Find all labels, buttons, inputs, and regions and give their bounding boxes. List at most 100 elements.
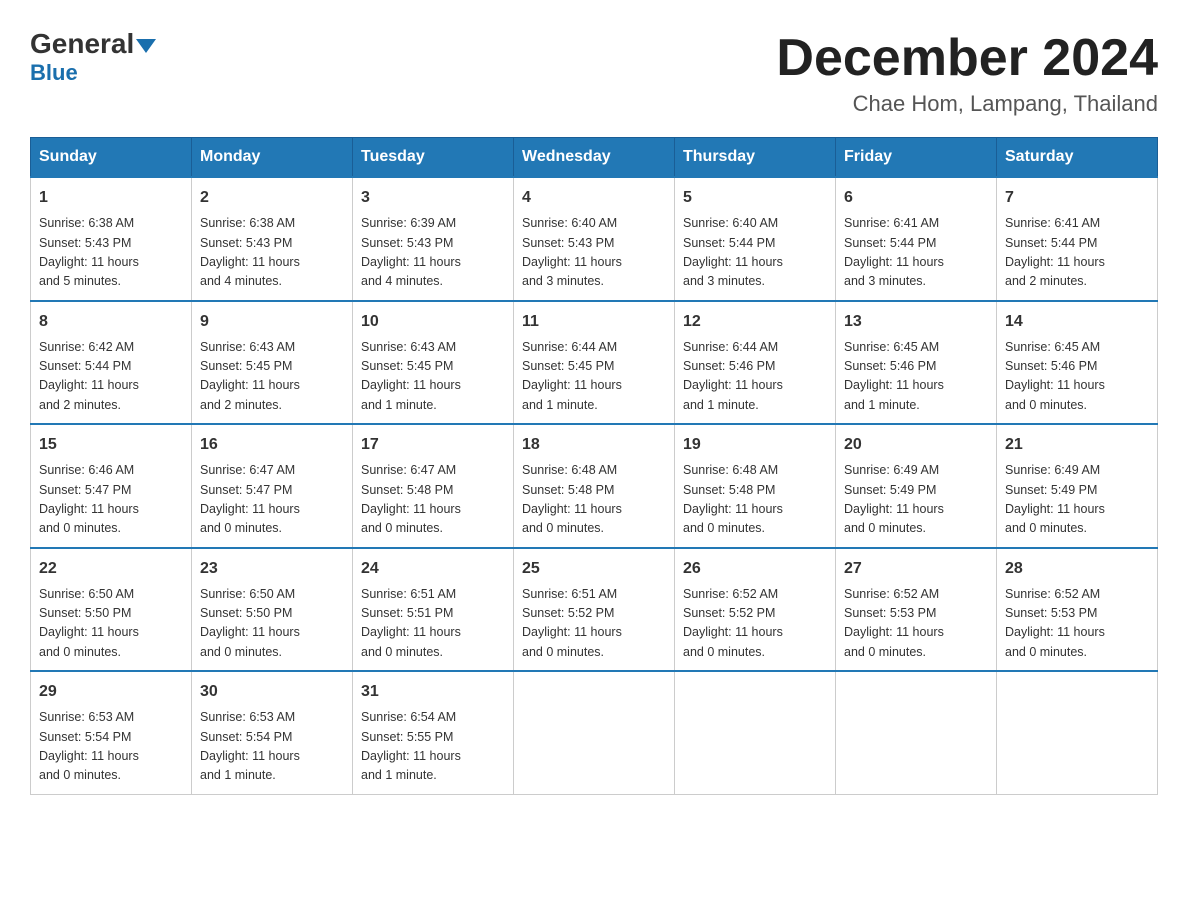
day-info: Sunrise: 6:42 AMSunset: 5:44 PMDaylight:… <box>39 338 183 416</box>
calendar-day-cell: 27 Sunrise: 6:52 AMSunset: 5:53 PMDayligh… <box>836 548 997 672</box>
header-saturday: Saturday <box>997 138 1158 178</box>
day-number: 1 <box>39 186 183 210</box>
calendar-day-cell: 11 Sunrise: 6:44 AMSunset: 5:45 PMDayligh… <box>514 301 675 425</box>
day-number: 7 <box>1005 186 1149 210</box>
calendar-week-row: 29Sunrise: 6:53 AMSunset: 5:54 PMDayligh… <box>31 671 1158 794</box>
day-number: 12 <box>683 310 827 334</box>
day-info: Sunrise: 6:41 AMSunset: 5:44 PMDaylight:… <box>1005 214 1149 292</box>
day-info: Sunrise: 6:52 AMSunset: 5:53 PMDaylight:… <box>844 585 988 663</box>
title-block: December 2024 Chae Hom, Lampang, Thailan… <box>776 30 1158 117</box>
day-info: Sunrise: 6:50 AMSunset: 5:50 PMDaylight:… <box>200 585 344 663</box>
calendar-day-cell <box>514 671 675 794</box>
day-number: 15 <box>39 433 183 457</box>
day-number: 9 <box>200 310 344 334</box>
day-number: 20 <box>844 433 988 457</box>
day-info: Sunrise: 6:39 AMSunset: 5:43 PMDaylight:… <box>361 214 505 292</box>
day-number: 8 <box>39 310 183 334</box>
day-number: 2 <box>200 186 344 210</box>
day-info: Sunrise: 6:40 AMSunset: 5:43 PMDaylight:… <box>522 214 666 292</box>
calendar-day-cell: 29Sunrise: 6:53 AMSunset: 5:54 PMDayligh… <box>31 671 192 794</box>
day-info: Sunrise: 6:44 AMSunset: 5:45 PMDaylight:… <box>522 338 666 416</box>
day-number: 11 <box>522 310 666 334</box>
header-monday: Monday <box>192 138 353 178</box>
day-number: 17 <box>361 433 505 457</box>
day-number: 5 <box>683 186 827 210</box>
calendar-week-row: 1 Sunrise: 6:38 AMSunset: 5:43 PMDaylight… <box>31 177 1158 301</box>
calendar-day-cell <box>836 671 997 794</box>
day-info: Sunrise: 6:49 AMSunset: 5:49 PMDaylight:… <box>1005 461 1149 539</box>
calendar-table: SundayMondayTuesdayWednesdayThursdayFrid… <box>30 137 1158 795</box>
day-number: 18 <box>522 433 666 457</box>
header-thursday: Thursday <box>675 138 836 178</box>
day-info: Sunrise: 6:43 AMSunset: 5:45 PMDaylight:… <box>361 338 505 416</box>
header-wednesday: Wednesday <box>514 138 675 178</box>
calendar-day-cell: 28Sunrise: 6:52 AMSunset: 5:53 PMDayligh… <box>997 548 1158 672</box>
day-number: 27 <box>844 557 988 581</box>
page-header: General Blue December 2024 Chae Hom, Lam… <box>30 30 1158 117</box>
calendar-day-cell: 26Sunrise: 6:52 AMSunset: 5:52 PMDayligh… <box>675 548 836 672</box>
day-info: Sunrise: 6:41 AMSunset: 5:44 PMDaylight:… <box>844 214 988 292</box>
calendar-day-cell: 22 Sunrise: 6:50 AMSunset: 5:50 PMDayligh… <box>31 548 192 672</box>
calendar-day-cell: 1Sunrise: 6:38 AMSunset: 5:43 PMDaylight… <box>31 177 192 301</box>
day-info: Sunrise: 6:49 AMSunset: 5:49 PMDaylight:… <box>844 461 988 539</box>
calendar-day-cell: 23 Sunrise: 6:50 AMSunset: 5:50 PMDayligh… <box>192 548 353 672</box>
day-info: Sunrise: 6:51 AMSunset: 5:52 PMDaylight:… <box>522 585 666 663</box>
logo-blue-text: Blue <box>30 60 78 86</box>
calendar-day-cell: 25Sunrise: 6:51 AMSunset: 5:52 PMDayligh… <box>514 548 675 672</box>
day-number: 30 <box>200 680 344 704</box>
calendar-day-cell: 16Sunrise: 6:47 AMSunset: 5:47 PMDayligh… <box>192 424 353 548</box>
day-number: 16 <box>200 433 344 457</box>
day-number: 29 <box>39 680 183 704</box>
calendar-week-row: 22 Sunrise: 6:50 AMSunset: 5:50 PMDayligh… <box>31 548 1158 672</box>
day-info: Sunrise: 6:44 AMSunset: 5:46 PMDaylight:… <box>683 338 827 416</box>
calendar-day-cell: 5Sunrise: 6:40 AMSunset: 5:44 PMDaylight… <box>675 177 836 301</box>
day-number: 19 <box>683 433 827 457</box>
calendar-day-cell: 21 Sunrise: 6:49 AMSunset: 5:49 PMDayligh… <box>997 424 1158 548</box>
calendar-day-cell: 8 Sunrise: 6:42 AMSunset: 5:44 PMDaylight… <box>31 301 192 425</box>
calendar-subtitle: Chae Hom, Lampang, Thailand <box>776 91 1158 117</box>
day-number: 24 <box>361 557 505 581</box>
day-info: Sunrise: 6:47 AMSunset: 5:48 PMDaylight:… <box>361 461 505 539</box>
calendar-day-cell: 6 Sunrise: 6:41 AMSunset: 5:44 PMDaylight… <box>836 177 997 301</box>
day-info: Sunrise: 6:52 AMSunset: 5:52 PMDaylight:… <box>683 585 827 663</box>
day-info: Sunrise: 6:45 AMSunset: 5:46 PMDaylight:… <box>844 338 988 416</box>
calendar-day-cell: 2 Sunrise: 6:38 AMSunset: 5:43 PMDaylight… <box>192 177 353 301</box>
calendar-day-cell: 9Sunrise: 6:43 AMSunset: 5:45 PMDaylight… <box>192 301 353 425</box>
calendar-day-cell: 12 Sunrise: 6:44 AMSunset: 5:46 PMDayligh… <box>675 301 836 425</box>
calendar-day-cell: 18 Sunrise: 6:48 AMSunset: 5:48 PMDayligh… <box>514 424 675 548</box>
calendar-day-cell: 13Sunrise: 6:45 AMSunset: 5:46 PMDayligh… <box>836 301 997 425</box>
calendar-header-row: SundayMondayTuesdayWednesdayThursdayFrid… <box>31 138 1158 178</box>
calendar-week-row: 15 Sunrise: 6:46 AMSunset: 5:47 PMDayligh… <box>31 424 1158 548</box>
logo-triangle-icon <box>136 39 156 53</box>
day-number: 4 <box>522 186 666 210</box>
day-info: Sunrise: 6:48 AMSunset: 5:48 PMDaylight:… <box>522 461 666 539</box>
calendar-day-cell: 10 Sunrise: 6:43 AMSunset: 5:45 PMDayligh… <box>353 301 514 425</box>
day-number: 21 <box>1005 433 1149 457</box>
calendar-day-cell: 15 Sunrise: 6:46 AMSunset: 5:47 PMDayligh… <box>31 424 192 548</box>
day-number: 10 <box>361 310 505 334</box>
header-tuesday: Tuesday <box>353 138 514 178</box>
calendar-day-cell: 30Sunrise: 6:53 AMSunset: 5:54 PMDayligh… <box>192 671 353 794</box>
calendar-week-row: 8 Sunrise: 6:42 AMSunset: 5:44 PMDaylight… <box>31 301 1158 425</box>
calendar-day-cell: 3Sunrise: 6:39 AMSunset: 5:43 PMDaylight… <box>353 177 514 301</box>
day-number: 22 <box>39 557 183 581</box>
day-number: 23 <box>200 557 344 581</box>
day-info: Sunrise: 6:46 AMSunset: 5:47 PMDaylight:… <box>39 461 183 539</box>
day-number: 28 <box>1005 557 1149 581</box>
day-number: 31 <box>361 680 505 704</box>
calendar-day-cell: 31Sunrise: 6:54 AMSunset: 5:55 PMDayligh… <box>353 671 514 794</box>
day-info: Sunrise: 6:50 AMSunset: 5:50 PMDaylight:… <box>39 585 183 663</box>
logo-text: General <box>30 30 156 58</box>
calendar-title: December 2024 <box>776 30 1158 87</box>
calendar-day-cell: 14Sunrise: 6:45 AMSunset: 5:46 PMDayligh… <box>997 301 1158 425</box>
calendar-day-cell: 19 Sunrise: 6:48 AMSunset: 5:48 PMDayligh… <box>675 424 836 548</box>
calendar-day-cell <box>997 671 1158 794</box>
day-info: Sunrise: 6:38 AMSunset: 5:43 PMDaylight:… <box>200 214 344 292</box>
day-info: Sunrise: 6:48 AMSunset: 5:48 PMDaylight:… <box>683 461 827 539</box>
day-number: 6 <box>844 186 988 210</box>
calendar-day-cell <box>675 671 836 794</box>
calendar-day-cell: 7 Sunrise: 6:41 AMSunset: 5:44 PMDaylight… <box>997 177 1158 301</box>
logo: General Blue <box>30 30 156 86</box>
header-sunday: Sunday <box>31 138 192 178</box>
day-number: 14 <box>1005 310 1149 334</box>
